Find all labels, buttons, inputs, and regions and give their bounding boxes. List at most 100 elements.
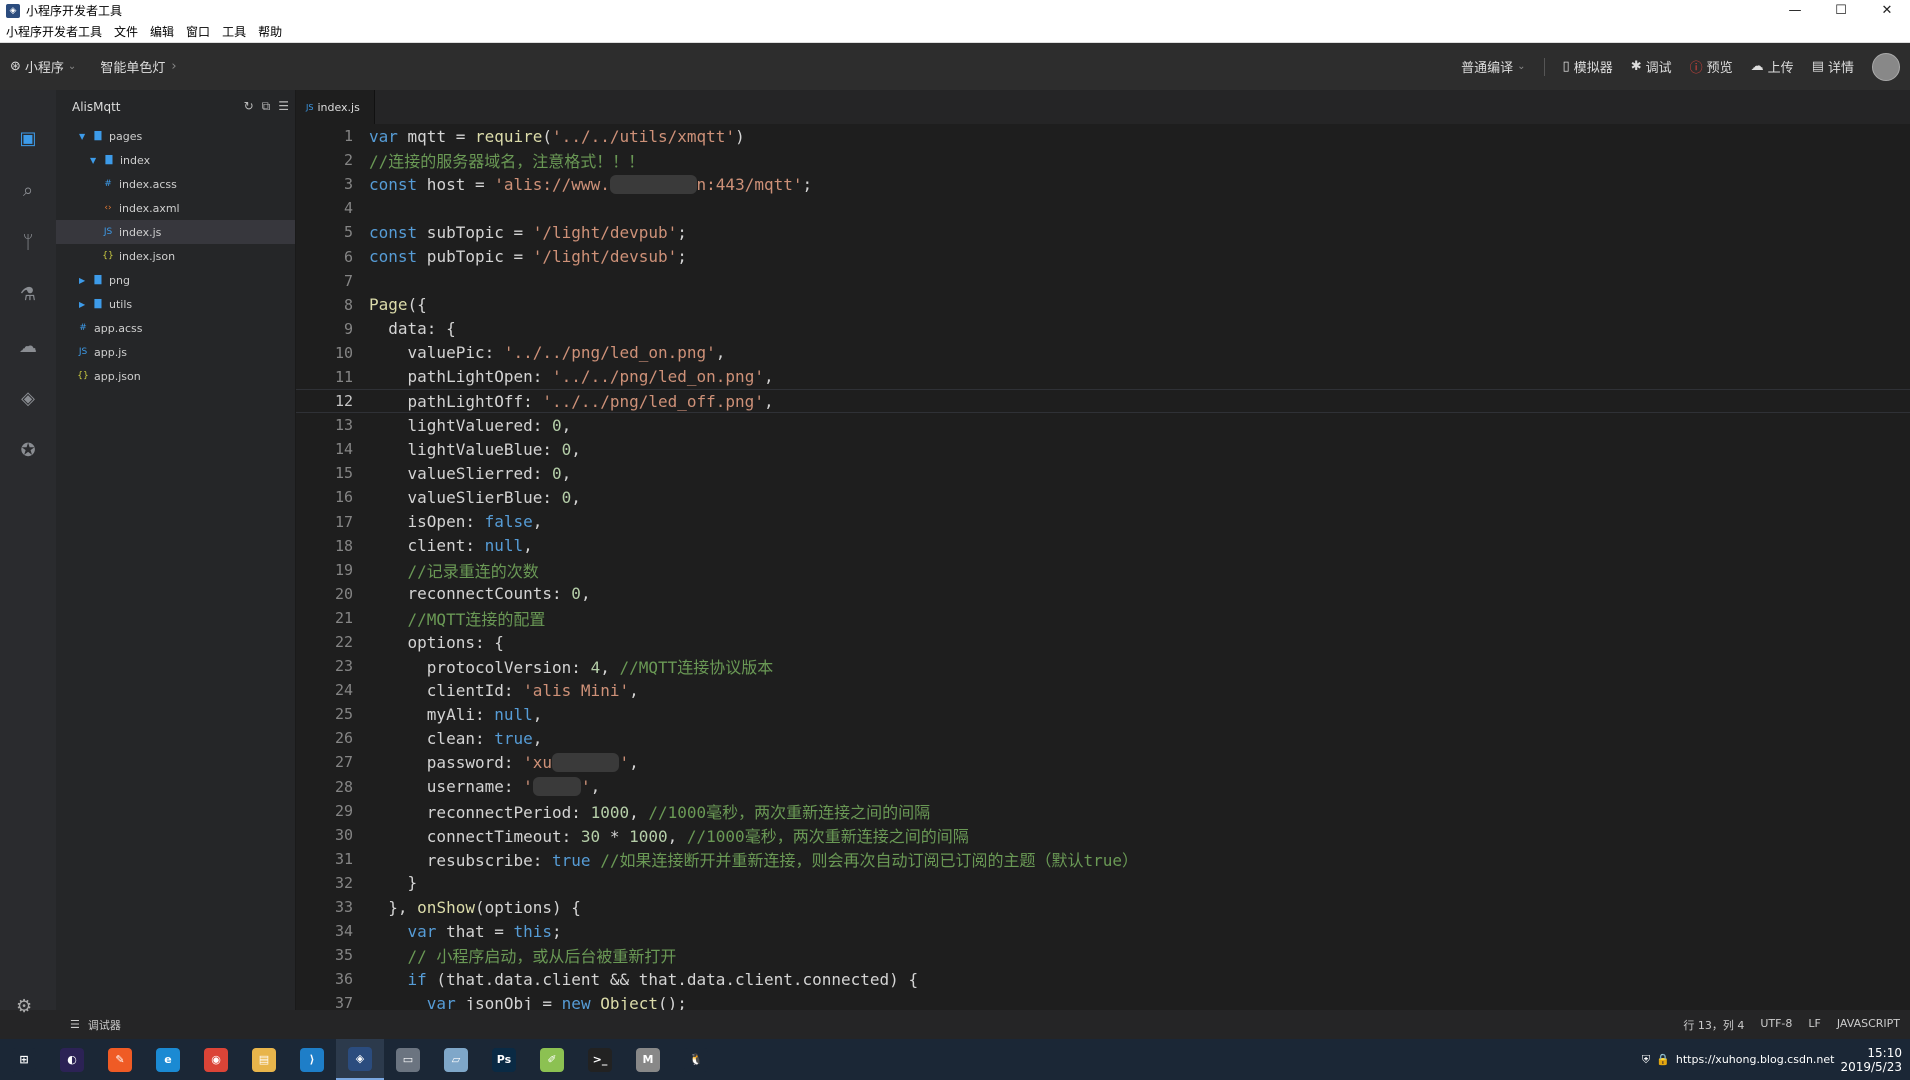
debugger-toggle[interactable]: ☰ 调试器	[70, 1017, 121, 1033]
more-menu-icon[interactable]: ☰	[278, 99, 289, 114]
avatar[interactable]	[1872, 52, 1900, 81]
code-line[interactable]: 11 pathLightOpen: '../../png/led_on.png'…	[296, 365, 1910, 389]
project-selector[interactable]: 智能单色灯 ›	[100, 57, 176, 76]
tree-file[interactable]: # index.acss	[56, 172, 295, 196]
code-line[interactable]: 31 resubscribe: true //如果连接断开并重新连接，则会再次自…	[296, 847, 1910, 871]
menu-item-help[interactable]: 帮助	[258, 23, 282, 40]
code-line[interactable]: 15 valueSlierred: 0,	[296, 461, 1910, 485]
git-branch-icon[interactable]: ᛘ	[16, 230, 40, 254]
tree-folder[interactable]: ▼ ▇ pages	[56, 124, 295, 148]
tree-file[interactable]: {} index.json	[56, 244, 295, 268]
code-line[interactable]: 25 myAli: null,	[296, 702, 1910, 726]
language-mode[interactable]: JAVASCRIPT	[1837, 1017, 1900, 1033]
cloud-icon[interactable]: ☁	[16, 334, 40, 358]
taskbar-app[interactable]: ▤	[240, 1039, 288, 1080]
code-line[interactable]: 9 data: {	[296, 317, 1910, 341]
gear-icon[interactable]: ⚙	[16, 996, 32, 1017]
code-line[interactable]: 1 var mqtt = require('../../utils/xmqtt')	[296, 124, 1910, 148]
minimize-icon[interactable]: —	[1772, 0, 1818, 21]
code-line[interactable]: 4	[296, 196, 1910, 220]
layers-icon[interactable]: ◈	[16, 386, 40, 410]
taskbar-app[interactable]: 🐧	[672, 1039, 720, 1080]
taskbar-app[interactable]: ◉	[192, 1039, 240, 1080]
menu-item-app[interactable]: 小程序开发者工具	[6, 23, 102, 40]
menu-item-file[interactable]: 文件	[114, 23, 138, 40]
taskbar-app[interactable]: >_	[576, 1039, 624, 1080]
file-code-icon[interactable]: ▣	[16, 126, 40, 150]
taskbar-app[interactable]: ✎	[96, 1039, 144, 1080]
code-line[interactable]: 26 clean: true,	[296, 726, 1910, 750]
maximize-icon[interactable]: ☐	[1818, 0, 1864, 21]
tree-file[interactable]: ‹› index.axml	[56, 196, 295, 220]
menu-item-window[interactable]: 窗口	[186, 23, 210, 40]
simulator-button[interactable]: ▯ 模拟器	[1563, 57, 1613, 76]
taskbar-app[interactable]: ⟩	[288, 1039, 336, 1080]
tree-file[interactable]: {} app.json	[56, 364, 295, 388]
close-icon[interactable]: ✕	[1864, 0, 1910, 21]
code-line[interactable]: 23 protocolVersion: 4, //MQTT连接协议版本	[296, 654, 1910, 678]
lock-icon[interactable]: 🔒	[1656, 1053, 1670, 1066]
collapse-all-icon[interactable]: ⧉	[262, 99, 271, 114]
taskbar-app[interactable]: e	[144, 1039, 192, 1080]
code-line[interactable]: 12 pathLightOff: '../../png/led_off.png'…	[296, 389, 1910, 414]
code-line[interactable]: 13 lightValuered: 0,	[296, 413, 1910, 437]
tree-folder[interactable]: ▼ ▇ index	[56, 148, 295, 172]
code-line[interactable]: 29 reconnectPeriod: 1000, //1000毫秒，两次重新连…	[296, 799, 1910, 823]
code-line[interactable]: 19 //记录重连的次数	[296, 558, 1910, 582]
code-line[interactable]: 34 var that = this;	[296, 919, 1910, 943]
taskbar-app[interactable]: Ps	[480, 1039, 528, 1080]
code-line[interactable]: 22 options: {	[296, 630, 1910, 654]
code-line[interactable]: 20 reconnectCounts: 0,	[296, 582, 1910, 606]
code-line[interactable]: 16 valueSlierBlue: 0,	[296, 485, 1910, 509]
taskbar-app[interactable]: M	[624, 1039, 672, 1080]
code-line[interactable]: 35 // 小程序启动，或从后台被重新打开	[296, 943, 1910, 967]
code-line[interactable]: 7	[296, 269, 1910, 293]
shield-icon[interactable]: ⛨	[1642, 1053, 1650, 1067]
code-line[interactable]: 3 const host = 'alis://www.xxxxxxxxxn:443…	[296, 172, 1910, 196]
app-selector[interactable]: ⊛ 小程序 ⌄	[10, 57, 76, 76]
code-line[interactable]: 27 password: 'xuxxxxxxx',	[296, 750, 1910, 774]
code-line[interactable]: 30 connectTimeout: 30 * 1000, //1000毫秒，两…	[296, 823, 1910, 847]
search-icon[interactable]: ⌕	[16, 178, 40, 202]
menu-item-edit[interactable]: 编辑	[150, 23, 174, 40]
compile-mode-dropdown[interactable]: 普通编译 ⌄	[1461, 57, 1525, 76]
code-line[interactable]: 32 }	[296, 871, 1910, 895]
clock[interactable]: 15:10 2019/5/23	[1840, 1046, 1902, 1074]
debug-button[interactable]: ✱ 调试	[1631, 57, 1672, 76]
encoding[interactable]: UTF-8	[1760, 1017, 1792, 1033]
taskbar-app[interactable]: ◐	[48, 1039, 96, 1080]
taskbar-app[interactable]: ⊞	[0, 1039, 48, 1080]
code-line[interactable]: 6 const pubTopic = '/light/devsub';	[296, 244, 1910, 268]
tree-folder[interactable]: ▶ ▇ png	[56, 268, 295, 292]
upload-button[interactable]: ☁ 上传	[1751, 57, 1794, 76]
code-line[interactable]: 18 client: null,	[296, 534, 1910, 558]
code-area[interactable]: 1 var mqtt = require('../../utils/xmqtt')…	[296, 124, 1910, 1013]
flask-icon[interactable]: ⚗	[16, 282, 40, 306]
code-line[interactable]: 28 username: 'xxxxx',	[296, 775, 1910, 799]
code-line[interactable]: 14 lightValueBlue: 0,	[296, 437, 1910, 461]
tree-file[interactable]: JS index.js	[56, 220, 295, 244]
taskbar-app[interactable]: ▱	[432, 1039, 480, 1080]
details-button[interactable]: ▤ 详情	[1812, 57, 1854, 76]
menu-item-tools[interactable]: 工具	[222, 23, 246, 40]
code-line[interactable]: 17 isOpen: false,	[296, 510, 1910, 534]
tree-file[interactable]: # app.acss	[56, 316, 295, 340]
code-line[interactable]: 36 if (that.data.client && that.data.cli…	[296, 967, 1910, 991]
cursor-position[interactable]: 行 13，列 4	[1683, 1017, 1744, 1033]
code-line[interactable]: 33 }, onShow(options) {	[296, 895, 1910, 919]
tree-file[interactable]: JS app.js	[56, 340, 295, 364]
line-ending[interactable]: LF	[1808, 1017, 1820, 1033]
tab-index-js[interactable]: JS index.js	[296, 90, 375, 124]
refresh-icon[interactable]: ↻	[244, 99, 254, 114]
preview-button[interactable]: ⓘ 预览	[1690, 57, 1733, 76]
compass-icon[interactable]: ✪	[16, 438, 40, 462]
taskbar-app[interactable]: ◈	[336, 1039, 384, 1080]
code-line[interactable]: 8 Page({	[296, 293, 1910, 317]
code-line[interactable]: 21 //MQTT连接的配置	[296, 606, 1910, 630]
code-line[interactable]: 5 const subTopic = '/light/devpub';	[296, 220, 1910, 244]
taskbar-app[interactable]: ✐	[528, 1039, 576, 1080]
code-line[interactable]: 24 clientId: 'alis Mini',	[296, 678, 1910, 702]
taskbar-app[interactable]: ▭	[384, 1039, 432, 1080]
code-line[interactable]: 2 //连接的服务器域名，注意格式！！！	[296, 148, 1910, 172]
code-line[interactable]: 10 valuePic: '../../png/led_on.png',	[296, 341, 1910, 365]
